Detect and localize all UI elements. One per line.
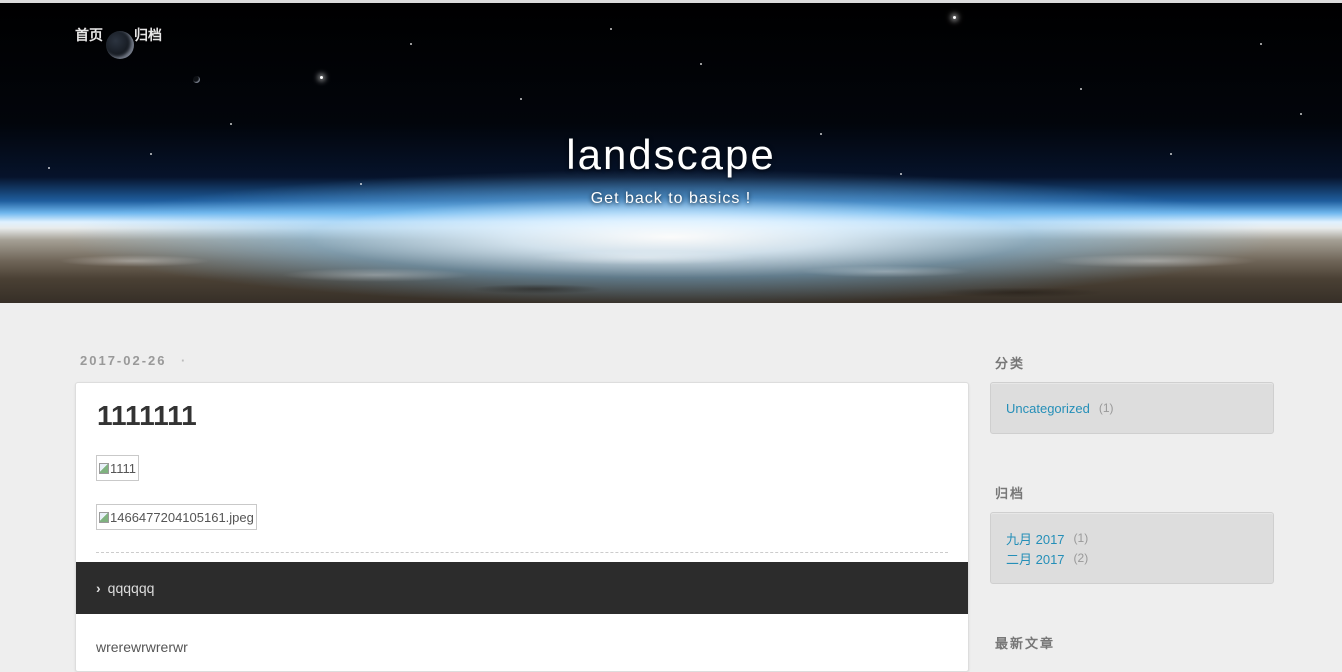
site-title[interactable]: landscape — [0, 131, 1342, 179]
archives-widget: 九月 2017 (1) 二月 2017 (2) — [990, 512, 1274, 584]
archive-link[interactable]: 二月 2017 — [1006, 549, 1065, 568]
image-alt-text: 1466477204105161.jpeg — [110, 509, 254, 525]
article-title[interactable]: 1111111 — [97, 400, 197, 432]
star — [700, 63, 702, 65]
star — [360, 183, 362, 185]
categories-widget: Uncategorized (1) — [990, 382, 1274, 434]
star — [520, 98, 522, 100]
site-subtitle: Get back to basics ! — [590, 190, 752, 207]
broken-image-icon — [99, 462, 109, 474]
article-body-text: wrerewrwrerwr — [96, 639, 188, 655]
star — [1300, 113, 1302, 115]
nav-link-archives[interactable]: 归档 — [134, 25, 162, 45]
category-count: (1) — [1098, 401, 1114, 415]
broken-image: 1466477204105161.jpeg — [96, 504, 257, 530]
archive-item: 九月 2017 (1) — [1006, 528, 1258, 548]
moon-decoration — [193, 76, 200, 83]
broken-image: 1111 — [96, 455, 140, 481]
archive-count: (1) — [1073, 531, 1089, 545]
archive-link[interactable]: 九月 2017 — [1006, 529, 1065, 548]
star — [410, 43, 412, 45]
chevron-right-icon: › — [96, 580, 101, 596]
star — [1080, 88, 1082, 90]
header-banner: 首页 归档 landscape Get back to basics ! — [0, 0, 1342, 303]
earth-horizon-clouds — [0, 233, 1342, 303]
star — [610, 28, 612, 30]
image-alt-text: 1111 — [110, 460, 137, 476]
archives-widget-title: 归档 — [995, 486, 1026, 501]
nav-link-home[interactable]: 首页 — [75, 25, 103, 45]
toc-toggle-bar[interactable]: › qqqqqq — [76, 562, 968, 614]
archive-item: 二月 2017 (2) — [1006, 548, 1258, 568]
recent-posts-widget-title: 最新文章 — [995, 636, 1056, 651]
article-divider — [96, 552, 948, 553]
category-item: Uncategorized (1) — [1006, 398, 1258, 418]
archive-count: (2) — [1073, 551, 1089, 565]
article-card: 1111111 1111 1466477204105161.jpeg › qqq… — [75, 382, 969, 672]
article-meta-separator: · — [181, 353, 186, 368]
toc-label: qqqqqq — [107, 580, 155, 596]
star — [320, 76, 323, 79]
broken-image-icon — [99, 511, 109, 523]
categories-widget-title: 分类 — [995, 356, 1026, 371]
star — [953, 16, 956, 19]
star — [230, 123, 232, 125]
category-link[interactable]: Uncategorized — [1006, 401, 1090, 416]
main-nav: 首页 归档 — [75, 25, 162, 45]
star — [1260, 43, 1262, 45]
article-date[interactable]: 2017-02-26 — [80, 353, 167, 368]
